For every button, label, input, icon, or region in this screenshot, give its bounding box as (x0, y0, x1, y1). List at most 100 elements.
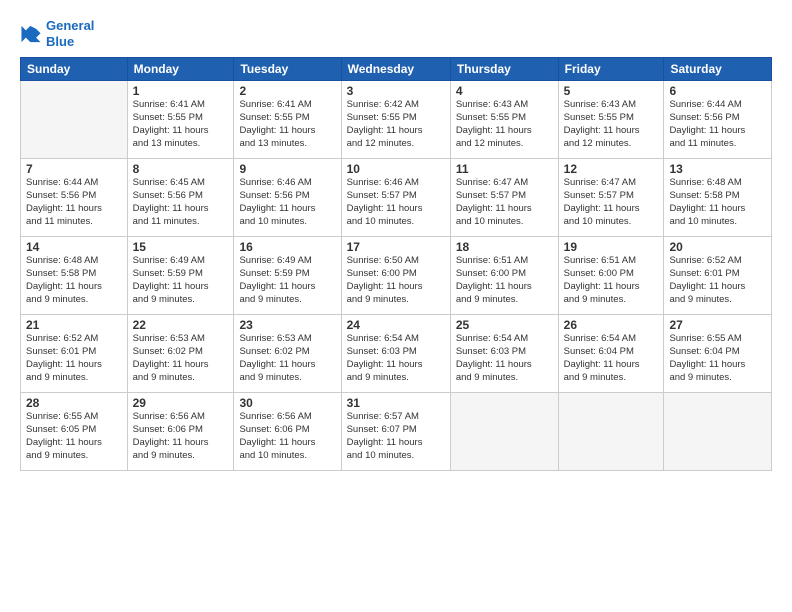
calendar-header-thursday: Thursday (450, 58, 558, 81)
calendar-cell: 28Sunrise: 6:55 AMSunset: 6:05 PMDayligh… (21, 393, 128, 471)
calendar-cell: 25Sunrise: 6:54 AMSunset: 6:03 PMDayligh… (450, 315, 558, 393)
calendar-cell: 2Sunrise: 6:41 AMSunset: 5:55 PMDaylight… (234, 81, 341, 159)
day-info: Sunrise: 6:45 AMSunset: 5:56 PMDaylight:… (133, 177, 229, 228)
day-number: 19 (564, 240, 659, 254)
calendar-header-tuesday: Tuesday (234, 58, 341, 81)
day-number: 20 (669, 240, 766, 254)
calendar-cell: 21Sunrise: 6:52 AMSunset: 6:01 PMDayligh… (21, 315, 128, 393)
day-number: 21 (26, 318, 122, 332)
day-number: 16 (239, 240, 335, 254)
calendar-cell: 29Sunrise: 6:56 AMSunset: 6:06 PMDayligh… (127, 393, 234, 471)
calendar-week-5: 28Sunrise: 6:55 AMSunset: 6:05 PMDayligh… (21, 393, 772, 471)
calendar-cell: 3Sunrise: 6:42 AMSunset: 5:55 PMDaylight… (341, 81, 450, 159)
day-info: Sunrise: 6:55 AMSunset: 6:04 PMDaylight:… (669, 333, 766, 384)
calendar-week-1: 1Sunrise: 6:41 AMSunset: 5:55 PMDaylight… (21, 81, 772, 159)
calendar-header-monday: Monday (127, 58, 234, 81)
day-info: Sunrise: 6:55 AMSunset: 6:05 PMDaylight:… (26, 411, 122, 462)
day-number: 15 (133, 240, 229, 254)
day-info: Sunrise: 6:53 AMSunset: 6:02 PMDaylight:… (133, 333, 229, 384)
day-info: Sunrise: 6:44 AMSunset: 5:56 PMDaylight:… (669, 99, 766, 150)
day-info: Sunrise: 6:41 AMSunset: 5:55 PMDaylight:… (133, 99, 229, 150)
calendar-cell: 9Sunrise: 6:46 AMSunset: 5:56 PMDaylight… (234, 159, 341, 237)
calendar-header-row: SundayMondayTuesdayWednesdayThursdayFrid… (21, 58, 772, 81)
day-number: 22 (133, 318, 229, 332)
calendar-cell: 8Sunrise: 6:45 AMSunset: 5:56 PMDaylight… (127, 159, 234, 237)
calendar-table: SundayMondayTuesdayWednesdayThursdayFrid… (20, 57, 772, 471)
day-info: Sunrise: 6:46 AMSunset: 5:57 PMDaylight:… (347, 177, 445, 228)
day-number: 27 (669, 318, 766, 332)
day-number: 29 (133, 396, 229, 410)
day-number: 10 (347, 162, 445, 176)
day-info: Sunrise: 6:43 AMSunset: 5:55 PMDaylight:… (456, 99, 553, 150)
day-number: 3 (347, 84, 445, 98)
calendar-header-wednesday: Wednesday (341, 58, 450, 81)
page: General Blue SundayMondayTuesdayWednesda… (0, 0, 792, 612)
day-info: Sunrise: 6:51 AMSunset: 6:00 PMDaylight:… (564, 255, 659, 306)
day-info: Sunrise: 6:52 AMSunset: 6:01 PMDaylight:… (26, 333, 122, 384)
day-info: Sunrise: 6:53 AMSunset: 6:02 PMDaylight:… (239, 333, 335, 384)
calendar-cell: 4Sunrise: 6:43 AMSunset: 5:55 PMDaylight… (450, 81, 558, 159)
day-number: 5 (564, 84, 659, 98)
day-number: 28 (26, 396, 122, 410)
calendar-cell: 13Sunrise: 6:48 AMSunset: 5:58 PMDayligh… (664, 159, 772, 237)
day-info: Sunrise: 6:54 AMSunset: 6:04 PMDaylight:… (564, 333, 659, 384)
day-number: 8 (133, 162, 229, 176)
calendar-header-friday: Friday (558, 58, 664, 81)
calendar-week-3: 14Sunrise: 6:48 AMSunset: 5:58 PMDayligh… (21, 237, 772, 315)
day-number: 13 (669, 162, 766, 176)
calendar-cell: 10Sunrise: 6:46 AMSunset: 5:57 PMDayligh… (341, 159, 450, 237)
day-info: Sunrise: 6:41 AMSunset: 5:55 PMDaylight:… (239, 99, 335, 150)
day-number: 7 (26, 162, 122, 176)
calendar-cell: 16Sunrise: 6:49 AMSunset: 5:59 PMDayligh… (234, 237, 341, 315)
day-info: Sunrise: 6:51 AMSunset: 6:00 PMDaylight:… (456, 255, 553, 306)
calendar-cell (21, 81, 128, 159)
calendar-cell: 7Sunrise: 6:44 AMSunset: 5:56 PMDaylight… (21, 159, 128, 237)
calendar-cell: 19Sunrise: 6:51 AMSunset: 6:00 PMDayligh… (558, 237, 664, 315)
day-number: 30 (239, 396, 335, 410)
day-number: 23 (239, 318, 335, 332)
day-info: Sunrise: 6:56 AMSunset: 6:06 PMDaylight:… (239, 411, 335, 462)
day-number: 1 (133, 84, 229, 98)
day-info: Sunrise: 6:47 AMSunset: 5:57 PMDaylight:… (456, 177, 553, 228)
day-info: Sunrise: 6:48 AMSunset: 5:58 PMDaylight:… (669, 177, 766, 228)
calendar-cell (664, 393, 772, 471)
calendar-cell: 14Sunrise: 6:48 AMSunset: 5:58 PMDayligh… (21, 237, 128, 315)
calendar-header-sunday: Sunday (21, 58, 128, 81)
logo-text: General Blue (46, 18, 94, 49)
calendar-cell: 31Sunrise: 6:57 AMSunset: 6:07 PMDayligh… (341, 393, 450, 471)
day-info: Sunrise: 6:54 AMSunset: 6:03 PMDaylight:… (456, 333, 553, 384)
calendar-cell: 24Sunrise: 6:54 AMSunset: 6:03 PMDayligh… (341, 315, 450, 393)
day-info: Sunrise: 6:46 AMSunset: 5:56 PMDaylight:… (239, 177, 335, 228)
day-number: 26 (564, 318, 659, 332)
day-info: Sunrise: 6:54 AMSunset: 6:03 PMDaylight:… (347, 333, 445, 384)
day-number: 6 (669, 84, 766, 98)
calendar-cell (558, 393, 664, 471)
logo: General Blue (20, 18, 94, 49)
day-number: 31 (347, 396, 445, 410)
day-number: 4 (456, 84, 553, 98)
day-info: Sunrise: 6:49 AMSunset: 5:59 PMDaylight:… (133, 255, 229, 306)
day-number: 9 (239, 162, 335, 176)
calendar-cell: 30Sunrise: 6:56 AMSunset: 6:06 PMDayligh… (234, 393, 341, 471)
calendar-cell: 27Sunrise: 6:55 AMSunset: 6:04 PMDayligh… (664, 315, 772, 393)
calendar-cell: 18Sunrise: 6:51 AMSunset: 6:00 PMDayligh… (450, 237, 558, 315)
calendar-cell: 15Sunrise: 6:49 AMSunset: 5:59 PMDayligh… (127, 237, 234, 315)
calendar-cell: 5Sunrise: 6:43 AMSunset: 5:55 PMDaylight… (558, 81, 664, 159)
calendar-cell: 26Sunrise: 6:54 AMSunset: 6:04 PMDayligh… (558, 315, 664, 393)
calendar-cell: 6Sunrise: 6:44 AMSunset: 5:56 PMDaylight… (664, 81, 772, 159)
calendar-cell: 12Sunrise: 6:47 AMSunset: 5:57 PMDayligh… (558, 159, 664, 237)
day-number: 2 (239, 84, 335, 98)
calendar-week-2: 7Sunrise: 6:44 AMSunset: 5:56 PMDaylight… (21, 159, 772, 237)
day-info: Sunrise: 6:44 AMSunset: 5:56 PMDaylight:… (26, 177, 122, 228)
calendar-cell: 22Sunrise: 6:53 AMSunset: 6:02 PMDayligh… (127, 315, 234, 393)
day-info: Sunrise: 6:50 AMSunset: 6:00 PMDaylight:… (347, 255, 445, 306)
day-number: 25 (456, 318, 553, 332)
day-info: Sunrise: 6:47 AMSunset: 5:57 PMDaylight:… (564, 177, 659, 228)
calendar-cell: 1Sunrise: 6:41 AMSunset: 5:55 PMDaylight… (127, 81, 234, 159)
calendar-cell: 17Sunrise: 6:50 AMSunset: 6:00 PMDayligh… (341, 237, 450, 315)
day-number: 12 (564, 162, 659, 176)
calendar-cell: 11Sunrise: 6:47 AMSunset: 5:57 PMDayligh… (450, 159, 558, 237)
day-number: 14 (26, 240, 122, 254)
header: General Blue (20, 18, 772, 49)
day-number: 24 (347, 318, 445, 332)
